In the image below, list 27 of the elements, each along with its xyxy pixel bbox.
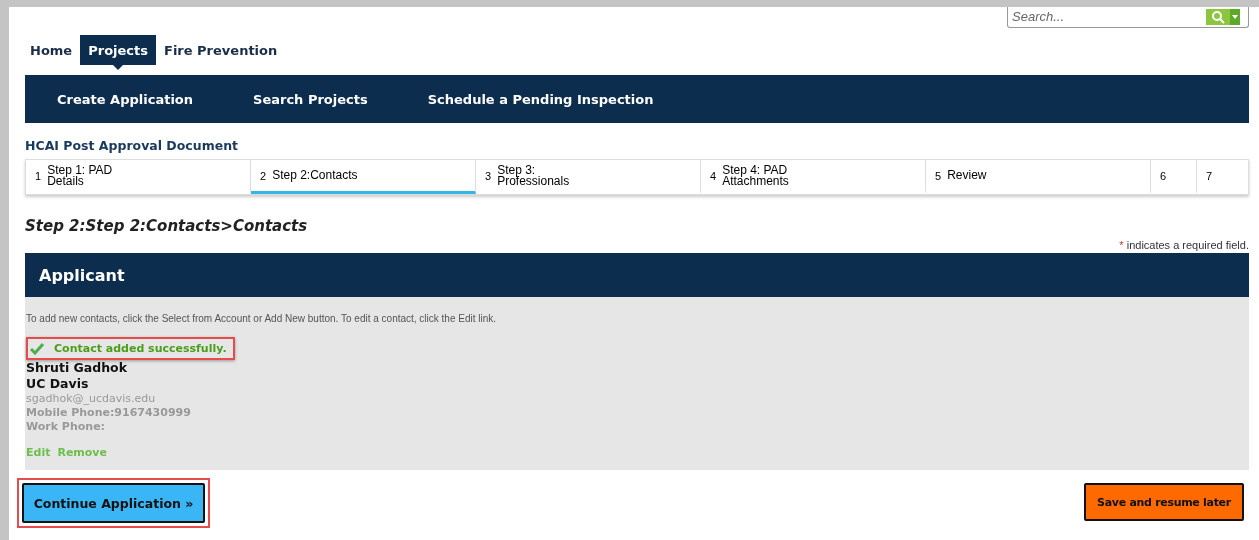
nav-link[interactable]: Schedule a Pending Inspection: [427, 91, 654, 107]
action-button[interactable]: Continue Application »: [22, 483, 205, 523]
contact-name: Shruti Gadhok: [26, 360, 129, 376]
required-note: * indicates a required field.: [1118, 239, 1249, 251]
search-icon[interactable]: [1206, 9, 1230, 25]
step-tab[interactable]: 7: [1197, 160, 1248, 194]
contact-organization: UC Davis: [26, 376, 90, 392]
checkmark-icon: [30, 342, 44, 355]
nav-tab[interactable]: Projects: [80, 35, 156, 65]
step-tab[interactable]: 6: [1151, 160, 1197, 194]
nav-link[interactable]: Create Application: [57, 91, 194, 107]
caret-icon[interactable]: [1230, 9, 1240, 25]
work-phone: Work Phone:: [26, 420, 106, 434]
caret-icon: [113, 65, 124, 70]
action-button[interactable]: Save and resume later: [1084, 483, 1244, 521]
instructions-text: To add new contacts, click the Select from Account or Add New button. To edit a contact, click the Edit link.: [26, 313, 498, 324]
nav-tab[interactable]: Home: [26, 35, 77, 65]
mobile-phone: Mobile Phone:9167430999: [26, 406, 192, 420]
nav-link[interactable]: Search Projects: [253, 91, 368, 107]
step-tab[interactable]: 2 Step 2:Contacts: [251, 160, 476, 194]
message-text: Contact added successfully.: [54, 342, 227, 355]
nav-tab[interactable]: Fire Prevention: [160, 35, 282, 65]
step-heading: Step 2:Step 2:Contacts>Contacts: [25, 217, 309, 235]
section-title: Applicant: [39, 265, 125, 285]
page-title: HCAI Post Approval Document: [25, 138, 240, 153]
contact-email: sgadhok@_ucdavis.edu: [26, 392, 157, 406]
step-tab[interactable]: 5 Review: [926, 160, 1151, 194]
